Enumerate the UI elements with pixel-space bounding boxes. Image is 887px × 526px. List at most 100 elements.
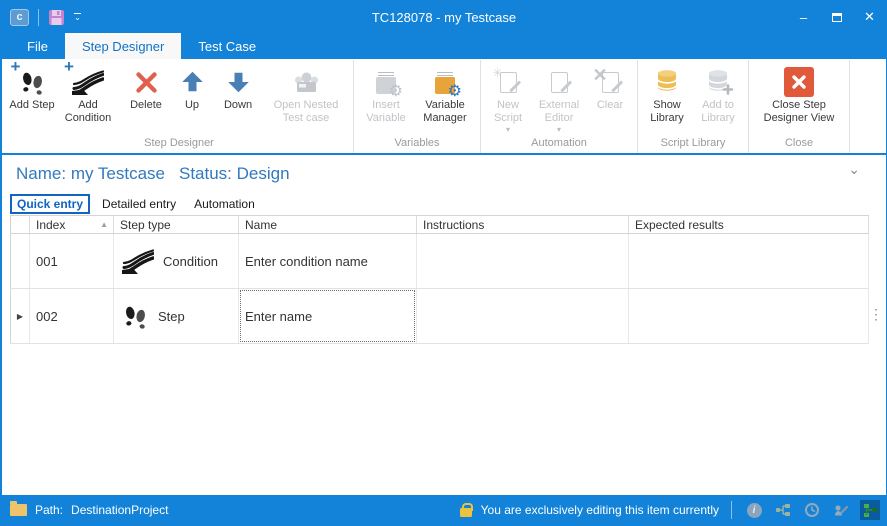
add-to-library-button[interactable]: Add to Library: [692, 60, 744, 125]
dropdown-arrow-icon[interactable]: ▾: [557, 127, 561, 133]
tab-test-case[interactable]: Test Case: [181, 33, 273, 59]
column-header-step-type[interactable]: Step type: [114, 216, 239, 233]
index-cell[interactable]: 001: [30, 234, 114, 288]
index-cell[interactable]: 002: [30, 289, 114, 343]
insert-variable-icon: ⚙: [376, 65, 396, 99]
grid-overflow-handle[interactable]: ⋮: [869, 307, 883, 321]
ribbon-group-close: Close Step Designer View Close: [749, 60, 850, 153]
table-header-row: Index ▲ Step type Name Instructions Expe…: [10, 215, 869, 234]
insert-variable-button[interactable]: ⚙ Insert Variable: [358, 60, 414, 125]
variable-manager-icon: ⚙: [435, 65, 455, 99]
status-bar: Path: DestinationProject You are exclusi…: [2, 495, 886, 525]
step-table: Index ▲ Step type Name Instructions Expe…: [10, 215, 869, 344]
name-cell-value: Enter condition name: [245, 254, 368, 269]
show-library-icon: [652, 65, 682, 99]
name-cell-selected[interactable]: Enter name: [239, 289, 417, 343]
column-header-instructions[interactable]: Instructions: [417, 216, 629, 233]
status-label: Status:: [179, 164, 232, 183]
path-label: Path:: [35, 503, 63, 517]
close-button[interactable]: ✕: [853, 1, 886, 33]
save-icon[interactable]: [48, 9, 65, 26]
minimize-button[interactable]: –: [787, 1, 820, 33]
tab-quick-entry[interactable]: Quick entry: [10, 194, 90, 214]
name-label: Name:: [16, 164, 66, 183]
up-button[interactable]: Up: [171, 60, 213, 112]
instructions-cell[interactable]: [417, 289, 629, 343]
ribbon-group-label: Close: [753, 136, 845, 153]
tools-icon[interactable]: [831, 500, 851, 520]
ribbon-tab-bar: File Step Designer Test Case: [2, 33, 886, 59]
add-condition-button[interactable]: + Add Condition: [55, 60, 121, 125]
step-type-cell[interactable]: Step: [114, 289, 239, 343]
close-step-designer-view-button[interactable]: Close Step Designer View: [753, 60, 845, 125]
external-editor-label: External Editor: [531, 99, 587, 125]
tab-automation[interactable]: Automation: [185, 195, 264, 213]
clear-script-button[interactable]: ✕ Clear: [587, 60, 633, 112]
down-button[interactable]: Down: [213, 60, 263, 112]
down-label: Down: [224, 99, 252, 112]
row-indicator-cell[interactable]: ▶: [10, 289, 30, 343]
show-library-button[interactable]: Show Library: [642, 60, 692, 125]
close-step-designer-view-icon: [784, 65, 814, 99]
ribbon-group-automation: ✳ New Script ▾ External Editor ▾ ✕: [481, 60, 638, 153]
current-row-marker-icon: ▶: [17, 312, 23, 321]
app-window: c ⌄ TC128078 - my Testcase – ✕ File Ste: [0, 0, 887, 526]
expected-results-cell[interactable]: [629, 289, 869, 343]
up-label: Up: [185, 99, 199, 112]
sort-ascending-icon: ▲: [100, 220, 108, 229]
open-nested-testcase-label: Open Nested Test case: [263, 99, 349, 125]
info-icon[interactable]: i: [744, 500, 764, 520]
table-row[interactable]: ▶ 002 Step Enter name: [10, 289, 869, 344]
dropdown-arrow-icon[interactable]: ▾: [506, 127, 510, 133]
status-path: Path: DestinationProject: [8, 503, 168, 517]
column-header-expected-results[interactable]: Expected results: [629, 216, 869, 233]
down-arrow-icon: [225, 65, 252, 99]
instructions-cell[interactable]: [417, 234, 629, 288]
column-header-label: Step type: [120, 218, 171, 232]
column-header-name[interactable]: Name: [239, 216, 417, 233]
app-icon[interactable]: c: [10, 9, 29, 26]
maximize-button[interactable]: [820, 1, 853, 33]
open-nested-testcase-button[interactable]: Open Nested Test case: [263, 60, 349, 125]
collapse-header-chevron-icon[interactable]: ⌄: [848, 161, 860, 178]
delete-button[interactable]: Delete: [121, 60, 171, 112]
path-value[interactable]: DestinationProject: [71, 503, 168, 517]
window-title: TC128078 - my Testcase: [2, 10, 886, 25]
history-icon[interactable]: [802, 500, 822, 520]
add-step-button[interactable]: + Add Step: [9, 60, 55, 112]
statusbar-divider: [731, 501, 732, 519]
step-type-cell[interactable]: Condition: [114, 234, 239, 288]
add-step-icon: +: [19, 65, 46, 99]
external-editor-icon: [551, 65, 568, 99]
tab-file[interactable]: File: [10, 33, 65, 59]
column-header-index[interactable]: Index ▲: [30, 216, 114, 233]
ribbon-group-script-library: Show Library Add to Library: [638, 60, 749, 153]
external-editor-button[interactable]: External Editor ▾: [531, 60, 587, 133]
tree-icon[interactable]: [860, 500, 880, 520]
status-value: Design: [237, 164, 290, 183]
expected-results-cell[interactable]: [629, 234, 869, 288]
ribbon: + Add Step +: [2, 59, 886, 155]
variable-manager-button[interactable]: ⚙ Variable Manager: [414, 60, 476, 125]
row-indicator-cell[interactable]: [10, 234, 30, 288]
column-header-label: Instructions: [423, 218, 484, 232]
testcase-name: Name: my Testcase: [16, 164, 165, 184]
customize-toolbar-chevron-icon[interactable]: ⌄: [74, 13, 81, 21]
table-row[interactable]: 001 Condition Enter: [10, 234, 869, 289]
name-cell-value: Enter name: [245, 309, 312, 324]
open-nested-testcase-icon: [291, 65, 322, 99]
name-cell[interactable]: Enter condition name: [239, 234, 417, 288]
variable-manager-label: Variable Manager: [414, 99, 476, 125]
tab-step-designer[interactable]: Step Designer: [65, 33, 181, 59]
new-script-button[interactable]: ✳ New Script ▾: [485, 60, 531, 133]
editing-message: You are exclusively editing this item cu…: [481, 503, 719, 517]
column-header-label: Index: [36, 218, 65, 232]
hierarchy-icon[interactable]: [773, 500, 793, 520]
new-script-label: New Script: [485, 99, 531, 125]
plus-badge-icon: +: [11, 58, 21, 75]
ribbon-group-label: Script Library: [642, 136, 744, 153]
qat-divider: [38, 9, 39, 26]
step-type-label: Step: [158, 309, 185, 324]
index-value: 002: [36, 309, 58, 324]
tab-detailed-entry[interactable]: Detailed entry: [93, 195, 185, 213]
